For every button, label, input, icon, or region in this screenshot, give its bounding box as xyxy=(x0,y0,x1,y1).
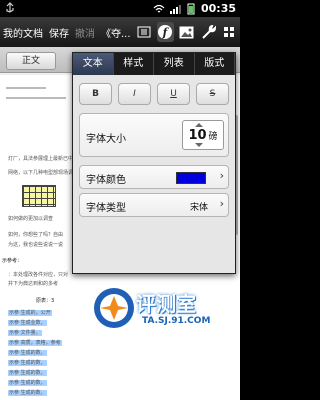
battery-icon xyxy=(187,3,195,14)
text-style-buttons: B I U S xyxy=(79,83,229,105)
doc-line: 示参 文件量， xyxy=(8,330,42,336)
format-panel: 文本 样式 列表 版式 B I U S 字体大小 10 磅 字体颜色 › 字体类… xyxy=(72,52,236,274)
chevron-right-icon: › xyxy=(219,169,224,182)
save-button[interactable]: 保存 xyxy=(46,25,72,40)
doc-line: 示参 生成的数， xyxy=(8,360,47,366)
tab-style[interactable]: 样式 xyxy=(114,53,154,75)
strikethrough-button[interactable]: S xyxy=(196,83,229,105)
doc-line: 示参 生成的数， xyxy=(8,390,47,396)
more-icon[interactable] xyxy=(221,22,238,42)
font-color-swatch xyxy=(176,172,206,184)
bold-button[interactable]: B xyxy=(79,83,112,105)
signal-icon xyxy=(169,4,181,14)
tab-list[interactable]: 列表 xyxy=(154,53,195,75)
underline-button[interactable]: U xyxy=(157,83,190,105)
font-size-stepper[interactable]: 10 磅 xyxy=(182,120,224,150)
doc-line: 并下为典达到和的多考 xyxy=(8,281,59,287)
font-size-value: 10 xyxy=(188,127,207,143)
font-size-unit: 磅 xyxy=(208,131,218,142)
usb-notification-icon xyxy=(6,2,14,13)
doc-line: 示参 生成的数， xyxy=(8,380,47,386)
watermark-subtext: TA.SJ.91.COM xyxy=(142,316,211,326)
undo-button[interactable]: 撤消 xyxy=(72,25,98,40)
italic-button[interactable]: I xyxy=(118,83,151,105)
my-docs-button[interactable]: 我的文档 xyxy=(0,25,46,40)
watermark-text: 评测室 xyxy=(136,292,196,316)
watermark-logo-icon xyxy=(94,288,134,328)
wifi-icon xyxy=(153,4,165,12)
tab-text[interactable]: 文本 xyxy=(73,53,114,75)
doc-line: 示参 生成的数， xyxy=(8,350,47,356)
status-bar: 00:35 xyxy=(0,0,240,17)
tab-body[interactable]: 正文 xyxy=(6,52,56,70)
font-size-row: 字体大小 10 磅 xyxy=(79,113,229,157)
doc-line: 示参 生成的数， xyxy=(8,370,47,376)
chevron-right-icon: › xyxy=(219,197,224,210)
font-size-label: 字体大小 xyxy=(86,134,126,145)
doc-line: 如何，你想些了吗？自由 xyxy=(8,232,64,238)
view-mode-icon[interactable] xyxy=(136,22,153,42)
font-type-row[interactable]: 字体类型 宋体 › xyxy=(79,193,229,217)
format-icon[interactable]: f xyxy=(156,22,175,42)
font-type-value: 宋体 xyxy=(189,203,208,213)
font-color-label: 字体颜色 xyxy=(86,175,126,186)
site-watermark: 评测室 TA.SJ.91.COM xyxy=(92,286,238,350)
doc-line: ：本处理改各件对应，只对 xyxy=(8,272,69,278)
tools-icon[interactable] xyxy=(199,22,216,42)
clock: 00:35 xyxy=(200,2,236,15)
app-toolbar: 我的文档 保存 撤消 《夺... f xyxy=(0,17,240,47)
font-type-label: 字体类型 xyxy=(86,203,126,214)
insert-image-icon[interactable] xyxy=(178,22,195,42)
doc-line: 网络，以下几种电型部现场调查 xyxy=(8,170,79,176)
format-panel-tabs: 文本 样式 列表 版式 xyxy=(73,53,235,75)
font-color-row[interactable]: 字体颜色 › xyxy=(79,165,229,189)
doc-line: 示参 生成业数， xyxy=(8,320,47,326)
doc-line: 示参考： xyxy=(2,258,23,264)
increase-icon[interactable] xyxy=(195,123,203,127)
doc-line: 示参 生成的，公开 xyxy=(8,310,52,316)
doc-line: 原表：3 xyxy=(36,298,55,304)
doc-line: 示参 高质，表格，参考 xyxy=(8,340,62,346)
doc-line: 如何做的更加以调查 xyxy=(8,216,54,222)
tab-layout[interactable]: 版式 xyxy=(195,53,235,75)
document-title: 《夺... xyxy=(101,28,131,40)
decrease-icon[interactable] xyxy=(195,143,203,147)
doc-line: 为这，我也说些说说一说 xyxy=(8,242,64,248)
doc-table xyxy=(22,185,56,207)
